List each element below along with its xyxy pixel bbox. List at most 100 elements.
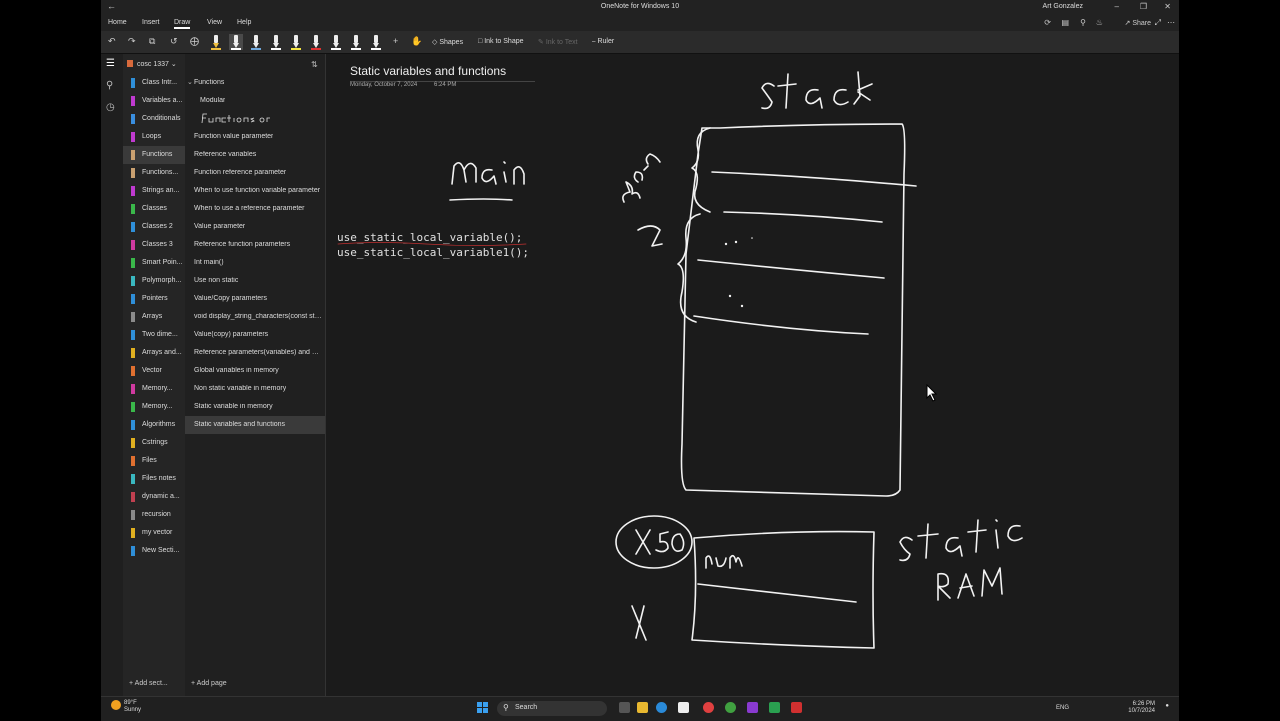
share-button[interactable]: ↗ Share bbox=[1125, 19, 1152, 27]
section-item[interactable]: Conditionals bbox=[123, 110, 185, 128]
pen-tool-icon[interactable] bbox=[289, 34, 303, 50]
section-item[interactable]: recursion bbox=[123, 506, 185, 524]
edge-icon[interactable] bbox=[656, 702, 667, 713]
app-red-icon[interactable] bbox=[791, 702, 802, 713]
ink-to-text-button[interactable]: ✎ Ink to Text bbox=[538, 38, 578, 46]
notebooks-icon[interactable]: ☰ bbox=[106, 58, 115, 69]
section-item[interactable]: Functions... bbox=[123, 164, 185, 182]
lasso-icon[interactable]: ↺ bbox=[170, 35, 178, 47]
add-pen-icon[interactable]: + bbox=[393, 35, 398, 47]
page-item[interactable]: ⌄ Functions bbox=[185, 74, 325, 92]
notebook-selector[interactable]: cosc 1337 ⌄ bbox=[127, 60, 177, 68]
taskbar-clock[interactable]: 6:26 PM 10/7/2024 bbox=[1128, 701, 1155, 715]
section-item[interactable]: Classes 3 bbox=[123, 236, 185, 254]
user-name[interactable]: Art Gonzalez bbox=[1043, 3, 1083, 10]
more-icon[interactable]: ⋯ bbox=[1167, 18, 1175, 27]
onenote-taskbar-icon[interactable] bbox=[747, 702, 758, 713]
menu-view[interactable]: View bbox=[207, 19, 222, 26]
section-item[interactable]: Variables a... bbox=[123, 92, 185, 110]
page-item[interactable]: Value/Copy parameters bbox=[185, 290, 325, 308]
tips-icon[interactable]: ⚲ bbox=[1080, 18, 1086, 27]
pen-tool-icon[interactable] bbox=[309, 34, 323, 50]
pen-tool-icon[interactable] bbox=[369, 34, 383, 50]
section-item[interactable]: Memory... bbox=[123, 398, 185, 416]
menu-draw[interactable]: Draw bbox=[174, 19, 191, 29]
windows-start-icon[interactable] bbox=[477, 702, 489, 714]
task-view-icon[interactable] bbox=[619, 702, 630, 713]
section-item[interactable]: Class Intr... bbox=[123, 74, 185, 92]
redo-icon[interactable]: ↷ bbox=[128, 35, 136, 47]
notebook-icon[interactable]: ▤ bbox=[1061, 18, 1069, 27]
page-item[interactable]: When to use function variable parameter bbox=[185, 182, 325, 200]
section-item[interactable]: Classes bbox=[123, 200, 185, 218]
menu-help[interactable]: Help bbox=[237, 19, 251, 26]
section-item[interactable]: Cstrings bbox=[123, 434, 185, 452]
select-icon[interactable]: ⧉ bbox=[149, 35, 155, 47]
restore-icon[interactable]: ❐ bbox=[1140, 2, 1147, 11]
page-item[interactable]: Global variables in memory bbox=[185, 362, 325, 380]
section-item[interactable]: Files bbox=[123, 452, 185, 470]
chevron-down-icon[interactable]: ⌄ bbox=[187, 78, 193, 86]
shapes-button[interactable]: ◇ Shapes bbox=[432, 38, 463, 46]
page-item[interactable]: Function reference parameter bbox=[185, 164, 325, 182]
section-item[interactable]: Smart Poin... bbox=[123, 254, 185, 272]
page-item[interactable]: Value(copy) parameters bbox=[185, 326, 325, 344]
pen-tool-icon[interactable] bbox=[349, 34, 363, 50]
ink-replay-icon[interactable]: ✋ bbox=[411, 35, 422, 47]
taskbar-search[interactable]: ⚲ Search bbox=[497, 701, 607, 716]
app-green-icon[interactable] bbox=[769, 702, 780, 713]
section-item[interactable]: Strings an... bbox=[123, 182, 185, 200]
sync-icon[interactable]: ⟳ bbox=[1044, 18, 1051, 27]
section-item[interactable]: Files notes bbox=[123, 470, 185, 488]
undo-icon[interactable]: ↶ bbox=[108, 35, 116, 47]
page-canvas[interactable]: Static variables and functions Monday, O… bbox=[326, 54, 1179, 696]
page-item[interactable]: Static variable in memory bbox=[185, 398, 325, 416]
page-item[interactable]: Use non static bbox=[185, 272, 325, 290]
menu-home[interactable]: Home bbox=[108, 19, 127, 26]
page-item[interactable]: Reference variables bbox=[185, 146, 325, 164]
section-item[interactable]: dynamic a... bbox=[123, 488, 185, 506]
page-item[interactable]: Reference parameters(variables) and me..… bbox=[185, 344, 325, 362]
page-item[interactable]: Int main() bbox=[185, 254, 325, 272]
page-item[interactable] bbox=[185, 110, 325, 128]
section-item[interactable]: New Secti... bbox=[123, 542, 185, 560]
notification-icon[interactable]: ● bbox=[1165, 703, 1169, 709]
add-page-button[interactable]: + Add page bbox=[191, 680, 227, 687]
page-item[interactable]: void display_string_characters(const str… bbox=[185, 308, 325, 326]
page-item[interactable]: Modular bbox=[185, 92, 325, 110]
close-icon[interactable]: ✕ bbox=[1164, 2, 1171, 11]
pen-tool-icon[interactable] bbox=[209, 34, 223, 50]
page-item[interactable]: Value parameter bbox=[185, 218, 325, 236]
add-space-icon[interactable]: ⨁ bbox=[190, 35, 199, 47]
pen-tool-icon[interactable] bbox=[249, 34, 263, 50]
weather-widget[interactable]: 89°F Sunny bbox=[111, 700, 141, 714]
menu-insert[interactable]: Insert bbox=[142, 19, 160, 26]
recent-icon[interactable]: ◷ bbox=[106, 102, 115, 113]
language-indicator[interactable]: ENG bbox=[1056, 705, 1069, 711]
chrome-icon[interactable] bbox=[703, 702, 714, 713]
chrome-profile-icon[interactable] bbox=[725, 702, 736, 713]
pen-tool-icon[interactable] bbox=[229, 34, 243, 50]
search-icon[interactable]: ⚲ bbox=[106, 80, 113, 91]
store-icon[interactable] bbox=[678, 702, 689, 713]
page-item[interactable]: When to use a reference parameter bbox=[185, 200, 325, 218]
section-item[interactable]: Arrays and... bbox=[123, 344, 185, 362]
section-item[interactable]: Functions bbox=[123, 146, 185, 164]
section-item[interactable]: Arrays bbox=[123, 308, 185, 326]
bell-icon[interactable]: ♨ bbox=[1096, 18, 1103, 27]
page-item[interactable]: Function value parameter bbox=[185, 128, 325, 146]
add-section-button[interactable]: + Add sect... bbox=[129, 680, 168, 687]
section-item[interactable]: Pointers bbox=[123, 290, 185, 308]
ink-drawing[interactable] bbox=[326, 54, 1179, 696]
page-item[interactable]: Static variables and functions bbox=[185, 416, 325, 434]
file-explorer-icon[interactable] bbox=[637, 702, 648, 713]
section-item[interactable]: Memory... bbox=[123, 380, 185, 398]
ruler-button[interactable]: ⎯ Ruler bbox=[592, 38, 614, 46]
section-item[interactable]: Polymorph... bbox=[123, 272, 185, 290]
ink-to-shape-button[interactable]: □ Ink to Shape bbox=[478, 38, 524, 45]
minimize-icon[interactable]: – bbox=[1115, 2, 1119, 11]
page-item[interactable]: Reference function parameters bbox=[185, 236, 325, 254]
section-item[interactable]: Classes 2 bbox=[123, 218, 185, 236]
sort-icon[interactable]: ⇅ bbox=[311, 60, 318, 69]
section-item[interactable]: Two dime... bbox=[123, 326, 185, 344]
